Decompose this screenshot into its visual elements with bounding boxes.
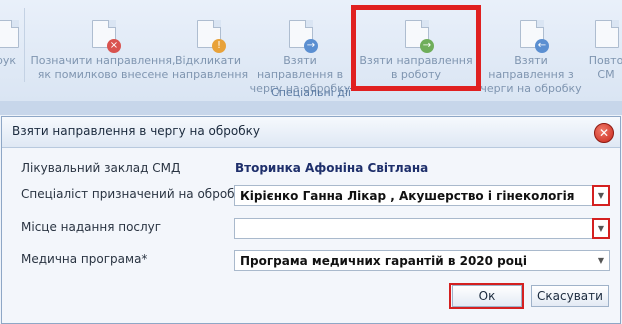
ok-button[interactable]: Ок <box>452 285 522 307</box>
arrow-left-icon: ← <box>535 39 549 53</box>
ribbon-print-button[interactable]: рук <box>0 0 24 86</box>
error-x-icon: × <box>107 39 121 53</box>
ribbon-separator <box>24 8 25 82</box>
chevron-down-icon[interactable]: ▼ <box>592 218 610 239</box>
cancel-button[interactable]: Скасувати <box>531 285 609 307</box>
program-label: Медична програма* <box>21 252 148 266</box>
ribbon-revoke-button[interactable]: ! Відкликати направлення <box>172 0 249 86</box>
queue-dialog: Взяти направлення в чергу на обробку ✕ Л… <box>1 116 621 324</box>
ribbon-from-queue-button[interactable]: ← Взяти направлення з черги на обробку <box>476 0 586 95</box>
ribbon-button-label: Відкликати направлення <box>172 54 249 81</box>
queue-arrow-icon: → <box>289 20 318 53</box>
ribbon-button-label: Позначити направлення, як помилково внес… <box>30 54 176 81</box>
program-value: Програма медичних гарантій в 2020 році <box>240 254 528 268</box>
dialog-titlebar: Взяти направлення в чергу на обробку ✕ <box>2 117 620 148</box>
ribbon-button-label: рук <box>0 54 17 67</box>
program-combo[interactable]: Програма медичних гарантій в 2020 році ▼ <box>234 250 610 271</box>
chevron-down-icon[interactable]: ▼ <box>592 185 610 206</box>
highlight-box <box>351 5 481 91</box>
ribbon-repeat-button[interactable]: Повто СМ <box>586 0 622 86</box>
facility-label: Лікувальний заклад СМД <box>21 161 181 175</box>
ribbon-queue-button[interactable]: → Взяти направлення в чергу на обробку <box>246 0 354 95</box>
repeat-icon <box>595 20 619 48</box>
ribbon-button-label: Повто СМ <box>588 54 622 81</box>
specialist-label: Спеціаліст призначений на обробку* <box>21 187 255 201</box>
place-label: Місце надання послуг <box>21 220 162 234</box>
specialist-combo[interactable]: Кірієнко Ганна Лікар , Акушерство і гіне… <box>234 185 610 206</box>
from-queue-icon: ← <box>520 20 549 53</box>
ribbon-toolbar: рук × Позначити направлення, як помилков… <box>0 0 622 102</box>
chevron-down-icon[interactable]: ▼ <box>593 251 609 270</box>
background-band <box>0 101 622 115</box>
arrow-right-icon: → <box>304 39 318 53</box>
revoke-badge-icon: ! <box>212 39 226 53</box>
specialist-value: Кірієнко Ганна Лікар , Акушерство і гіне… <box>240 189 575 203</box>
revoke-icon: ! <box>197 20 226 53</box>
dialog-title: Взяти направлення в чергу на обробку <box>12 124 260 138</box>
facility-value: Вторинка Афоніна Світлана <box>235 161 429 175</box>
printer-icon <box>0 20 19 48</box>
place-combo[interactable]: ▼ <box>234 218 610 239</box>
ribbon-group-label: Спеціальні дії <box>271 86 351 99</box>
close-icon[interactable]: ✕ <box>594 123 614 143</box>
mark-error-icon: × <box>92 20 121 53</box>
ribbon-mark-error-button[interactable]: × Позначити направлення, як помилково вн… <box>28 0 178 86</box>
